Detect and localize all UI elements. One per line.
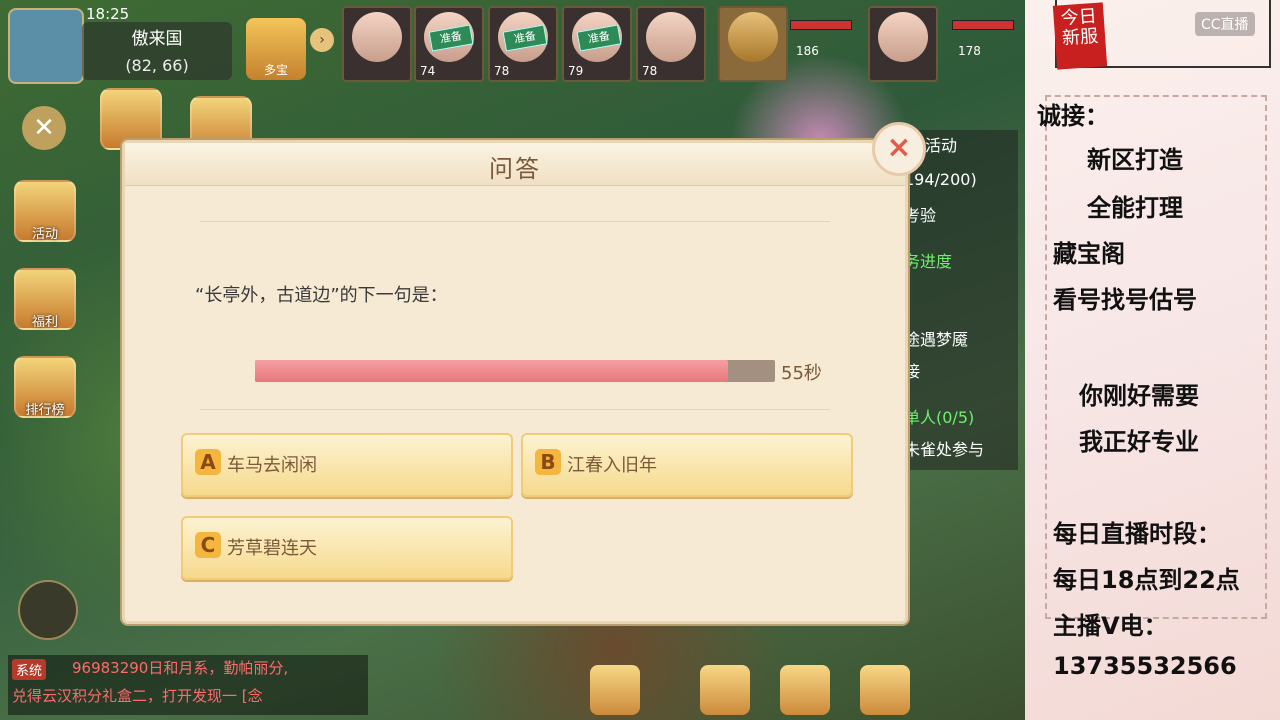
dialog-title: 问答: [489, 155, 541, 183]
clock: 18:25: [86, 5, 130, 23]
divider: [200, 221, 830, 222]
info-line: 新区打造: [1087, 146, 1183, 174]
logo: 今日新服: [1052, 2, 1108, 70]
answer-option-c[interactable]: C 芳草碧连天: [181, 516, 513, 580]
location-name: 傲来国: [131, 29, 183, 49]
hp-value: 178: [958, 44, 981, 58]
ranking-icon[interactable]: 排行榜: [14, 356, 76, 418]
info-line: 看号找号估号: [1053, 286, 1197, 314]
info-line: 全能打理: [1087, 194, 1183, 222]
tab-activity[interactable]: 活动: [925, 132, 957, 156]
bottom-menu-icon[interactable]: [860, 665, 910, 715]
team-member[interactable]: 准备 78: [488, 6, 558, 82]
answer-option-b[interactable]: B 江春入旧年: [521, 433, 853, 497]
bottom-menu-icon[interactable]: [590, 665, 640, 715]
info-line: 每日18点到22点: [1053, 566, 1240, 594]
info-line: 藏宝阁: [1053, 240, 1125, 268]
chat-line: 兑得云汉积分礼盒二，打开发现一 [念: [12, 687, 263, 705]
countdown-fill: [255, 360, 729, 382]
activity-icon[interactable]: 活动: [14, 180, 76, 242]
countdown-bar: [255, 360, 775, 382]
chat-line: 96983290日和月系，勤帕丽分,: [72, 659, 289, 677]
chat-box[interactable]: 系统 96983290日和月系，勤帕丽分, 兑得云汉积分礼盒二，打开发现一 [念: [8, 655, 368, 715]
quiz-dialog: 问答 “长亭外，古道边”的下一句是： 55秒 A 车马去闲闲 B 江春入旧年 C…: [122, 140, 908, 624]
info-line: 你刚好需要: [1079, 382, 1199, 410]
divider: [200, 409, 830, 410]
team-member[interactable]: 准备 79: [562, 6, 632, 82]
system-tag: 系统: [12, 659, 47, 680]
bottom-menu-icon[interactable]: [700, 665, 750, 715]
info-line: 每日直播时段：: [1053, 520, 1221, 548]
treasure-label: 多宝: [263, 63, 288, 77]
hp-bar: [952, 20, 1014, 30]
countdown-text: 55秒: [781, 363, 822, 384]
welfare-icon[interactable]: 福利: [14, 268, 76, 330]
bottom-menu-icon[interactable]: [780, 665, 830, 715]
stream-sidebar: 今日新服 CC直播 诚接： 新区打造 全能打理 藏宝阁 看号找号估号 你刚好需要…: [1025, 0, 1280, 720]
info-line: 我正好专业: [1079, 428, 1199, 456]
minimap[interactable]: [8, 8, 84, 84]
chat-button[interactable]: [18, 580, 78, 640]
chevron-right-icon[interactable]: ›: [310, 28, 334, 52]
close-icon[interactable]: ✕: [22, 106, 66, 150]
player-portrait[interactable]: [868, 6, 938, 82]
info-line: 主播V电：: [1053, 612, 1168, 640]
location-coord: (82, 66): [125, 56, 189, 75]
team-member[interactable]: 准备 74: [414, 6, 484, 82]
location-panel[interactable]: 傲来国 (82, 66): [82, 22, 232, 80]
cc-logo: CC直播: [1195, 12, 1255, 36]
hp-value: 186: [796, 44, 819, 58]
task-panel[interactable]: 194/200) 考验 务进度 途遇梦魇 接 单人(0/5) 朱雀处参与: [898, 130, 1018, 470]
top-bar: 18:25 傲来国 (82, 66) 多宝 › 准备 74 准备 78 准备 79 7…: [0, 0, 1025, 90]
quiz-question: “长亭外，古道边”的下一句是：: [195, 285, 448, 306]
info-line: 诚接：: [1037, 102, 1109, 130]
answer-option-a[interactable]: A 车马去闲闲: [181, 433, 513, 497]
team-member[interactable]: 78: [636, 6, 706, 82]
pet-portrait[interactable]: [718, 6, 788, 82]
dialog-close-button[interactable]: ×: [872, 122, 926, 176]
treasure-button[interactable]: 多宝: [246, 18, 306, 80]
info-line: 13735532566: [1053, 652, 1237, 680]
team-member[interactable]: [342, 6, 412, 82]
hp-bar: [790, 20, 852, 30]
